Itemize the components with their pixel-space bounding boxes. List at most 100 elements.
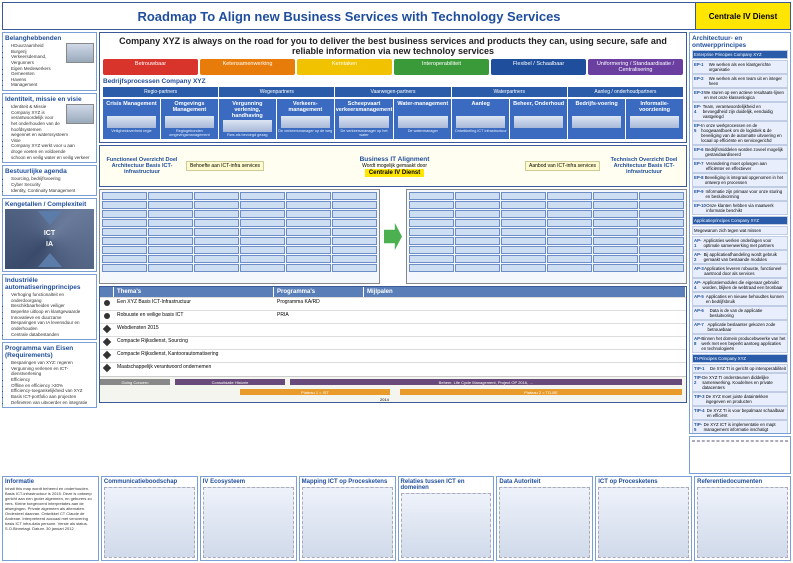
principle-row: EP-4Team, verantwoordelijkheid en bevoeg… [692,102,788,121]
panel-arch-principles: Architectuur- en ontwerpprincipes Enterp… [689,32,791,434]
arch-cell [194,228,239,236]
ict-proc-img [598,487,689,558]
partner-box: Regio-partners [103,87,218,97]
arrow-right-icon [384,220,402,254]
arch-cell [332,237,377,245]
arch-cell [194,219,239,227]
principle-row: EP-8Beveiliging is integraal opgenomen i… [692,173,788,187]
arch-cell [102,255,147,263]
tl-plateau1: Plateau 1 = IST [240,389,390,395]
principle-pill: Interoperabiliteit [394,59,489,75]
principle-row: EP-1We werken als een klantgerichte orga… [692,60,788,74]
arch-cell [148,201,193,209]
tl-beheer: Beheer, Life Cycle Management, Project O… [290,379,682,385]
arch-cell [639,264,684,272]
theme-row: Webdiensten 2015 [100,323,686,336]
principle-row: EP-7Verandering moet oplosgen aan effici… [692,159,788,173]
arch-cell [547,210,592,218]
principle-pill: Uniformering / Standaardisatie / Central… [588,59,683,75]
thumb-img [66,43,94,63]
arch-cell [501,246,546,254]
principle-row: TIP-1De XYZ TI is gericht op interoperab… [692,364,788,373]
principle-row: AP-6Data is de van de applicatie besluit… [692,306,788,320]
left-column: Belanghebbenden HDuurzaamheidBurgerijVer… [2,32,97,474]
panel-ecosystem: IV Ecosysteem [200,476,297,561]
arch-cell [593,210,638,218]
arch-cell [501,210,546,218]
principle-row: EP-6Bedrijfsmiddelen worden zoveel mogel… [692,145,788,159]
principle-row: EP-5In onze werkprocessen en de hoogwaar… [692,121,788,145]
right-column: Architectuur- en ontwerpprincipes Enterp… [689,32,791,474]
arch-cell [409,237,454,245]
panel-informatie: Informatie Inhalt this map wordt beheerd… [2,476,99,561]
arch-cell [332,201,377,209]
section-sub: Megewarum zich tegen wat missen [692,226,788,235]
arch-cell [455,201,500,209]
panel-requirements: Programma van Eisen (Requirements) Bespa… [2,342,97,408]
principle-row: EP-9Informatie zijn primaar voor onze st… [692,187,788,201]
arch-cell [409,219,454,227]
arch-cell [240,264,285,272]
arch-cell [148,264,193,272]
arch-cell [332,219,377,227]
panel-title: Relaties tussen ICT en domeinen [401,479,492,491]
themes-block: Thema's Programma's Mijlpalen Een XYZ Ba… [99,286,687,403]
arch-cell [593,237,638,245]
align-left: Functioneel Overzicht Doel Architectuur … [102,157,182,175]
arch-cell [102,228,147,236]
arch-cell [593,201,638,209]
arch-cell [286,246,331,254]
arch-cell [240,228,285,236]
principle-row: EP-3We sturen op een actieve resultaats-… [692,88,788,102]
arch-cell [240,255,285,263]
header: Roadmap To Align new Business Services w… [2,2,791,30]
arch-cell [148,255,193,263]
panel-kengetallen: Kengetallen / Complexiteit ICT IA [2,198,97,272]
arch-cell [501,255,546,263]
list-item: Identity, Continuity Management [11,188,94,194]
principle-row: AP-8Binnen het domein producebweerke van… [692,334,788,353]
arch-cell [501,201,546,209]
arch-cell [639,210,684,218]
panel-title: Informatie [5,479,96,485]
panel-title: Belanghebbenden [5,35,94,42]
list-item: Verhoging functionalteit en onderdoorgan… [11,292,94,303]
supply-tag: Aanbod van ICT-infra services [525,161,600,171]
arch-cell [409,210,454,218]
info-text: Inhalt this map wordt beheerd en onderho… [5,486,96,531]
panel-title: Architectuur- en ontwerpprincipes [692,35,788,49]
arch-cell [547,246,592,254]
principle-row: TIP-2De XYZ TI ondersteunen diddelijke s… [692,373,788,392]
arch-cell [455,192,500,200]
timeline: Going Concern Consolidatie Historie Behe… [100,376,686,402]
mapping-img [302,487,393,558]
process-box: Scheepvaart verkeersmanagementDe verkeer… [335,99,394,139]
arch-cell [286,255,331,263]
arch-cell [547,264,592,272]
partner-box: Vaarwegen-partners [335,87,450,97]
panel-ia-principles: Industriële automatiseringprincipes Verh… [2,274,97,340]
arch-cell [240,237,285,245]
eco-img [203,487,294,558]
principle-row: AP-5Applicaties en nieuwe behoudtes kunn… [692,292,788,306]
panel-title: ICT op Procesketens [598,479,689,485]
section-hdr: Applicatieprincipes Company XYZ [692,216,788,225]
arch-cell [593,192,638,200]
tl-year: 2014 [380,397,389,402]
principle-pill: Betrouwbaar [103,59,198,75]
arch-cell [102,201,147,209]
panel-title: Programma van Eisen (Requirements) [5,345,94,359]
demand-tag: Behoefte aan ICT-infra services [186,161,264,171]
arch-cell [639,201,684,209]
arch-cell [501,192,546,200]
panel-agenda: Bestuurlijke agenda Sourcing, bedrijfsvo… [2,165,97,196]
arch-cell [240,246,285,254]
panel-identity: Identiteit, missie en visie Identiteit &… [2,93,97,163]
page-title: Roadmap To Align new Business Services w… [3,9,695,24]
arch-cell [547,201,592,209]
arch-cell [455,237,500,245]
panel-title: Industriële automatiseringprincipes [5,277,94,291]
arch-cell [593,219,638,227]
vision-text: Company XYZ is always on the road for yo… [103,36,683,56]
arch-cell [332,246,377,254]
